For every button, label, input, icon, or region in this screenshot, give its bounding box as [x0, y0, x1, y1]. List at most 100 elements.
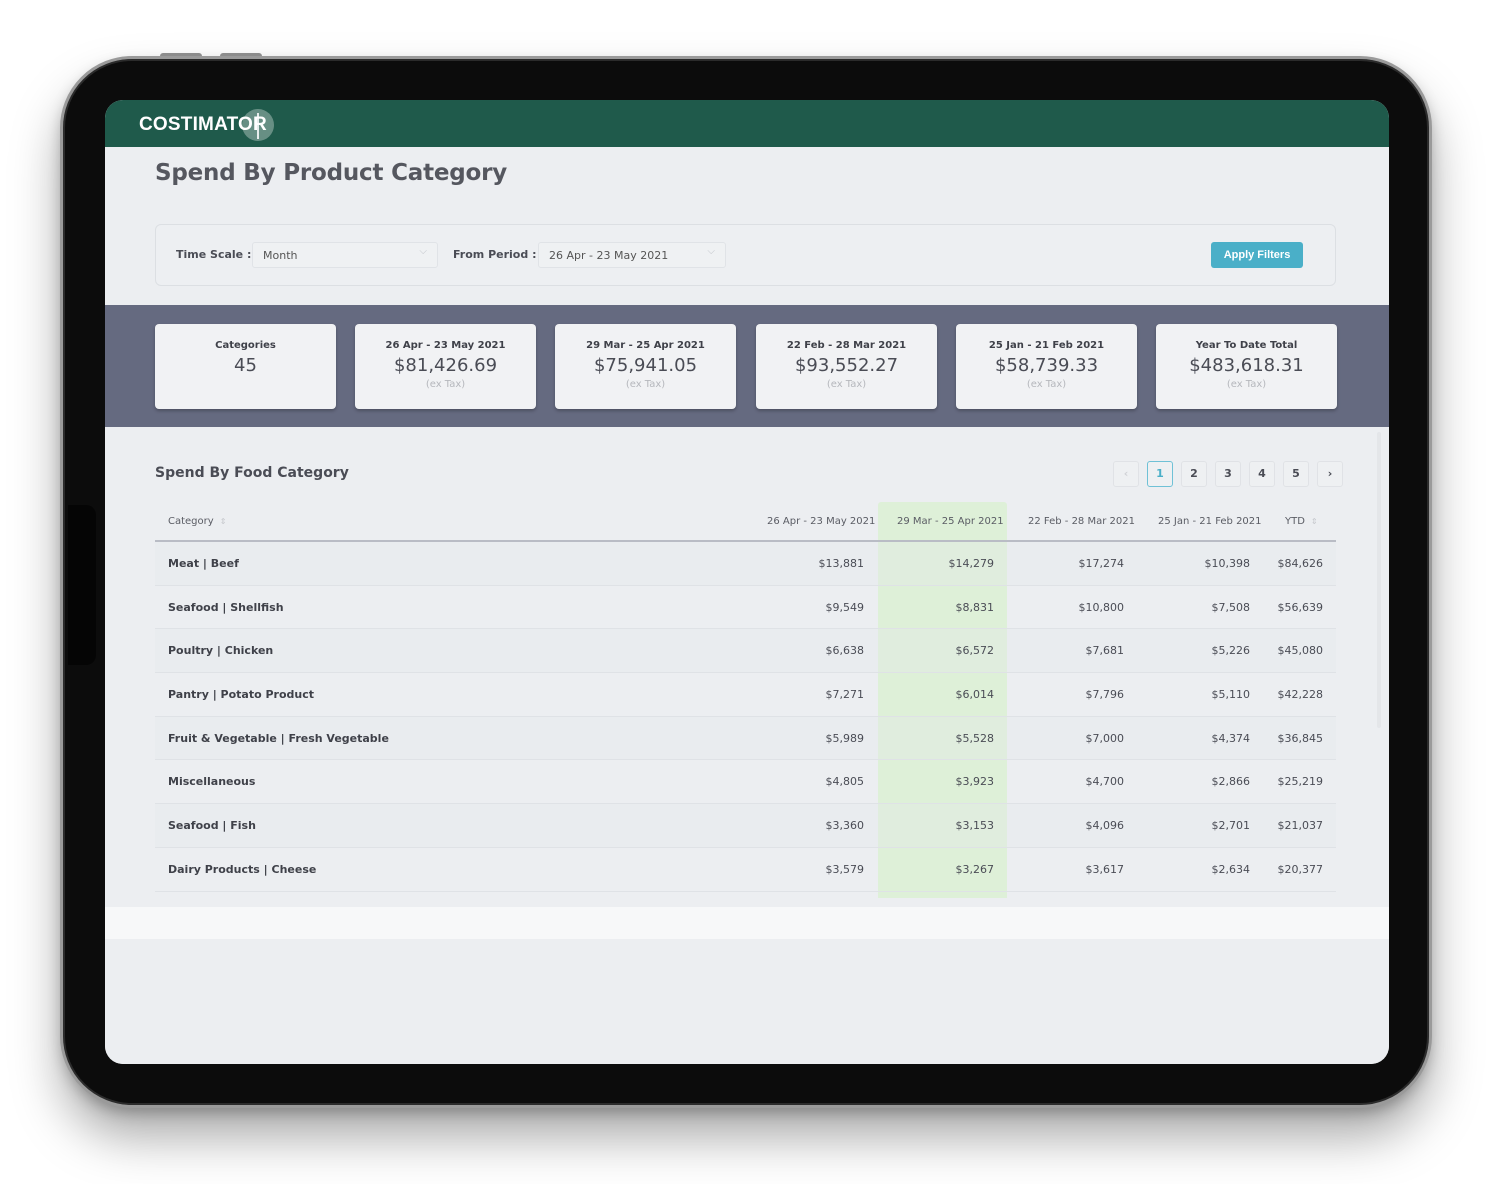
empty-content-area: [105, 939, 1389, 1064]
amount-cell: $3,153: [955, 819, 995, 833]
table-row[interactable]: Pantry | Potato Product $7,271 $6,014 $7,79…: [155, 673, 1336, 717]
column-header-ytd[interactable]: YTD ⇕: [1285, 516, 1318, 527]
summary-band: Categories 45 26 Apr - 23 May 2021 $81,4…: [105, 305, 1389, 427]
time-scale-select[interactable]: Month ⌵: [252, 242, 438, 268]
chevron-down-icon: ⌵: [419, 246, 427, 257]
card-value: $58,739.33: [994, 355, 1099, 376]
category-cell: Meat | Beef: [168, 557, 239, 570]
ytd-cell: $20,377: [1277, 862, 1324, 876]
scrollbar[interactable]: [1377, 432, 1381, 728]
amount-cell: $13,881: [818, 557, 865, 570]
column-header-period-2[interactable]: 29 Mar - 25 Apr 2021: [897, 516, 1004, 527]
category-cell: Fruit & Vegetable | Fresh Vegetable: [168, 731, 389, 745]
card-subtext: (ex Tax): [425, 379, 466, 390]
table-row[interactable]: Seafood | Shellfish $9,549 $8,831 $10,800 $7…: [155, 586, 1336, 630]
page-button-4[interactable]: 4: [1249, 461, 1275, 487]
card-value: $93,552.27: [794, 355, 899, 376]
amount-cell: $7,000: [1085, 731, 1125, 745]
filter-bar: Time Scale : Month ⌵ From Period : 26 Ap…: [155, 224, 1336, 286]
table-row[interactable]: Fruit & Vegetable | Fresh Vegetable $5,98…: [155, 716, 1336, 761]
time-scale-label: Time Scale :: [176, 248, 252, 261]
category-cell: Seafood | Fish: [168, 819, 256, 833]
amount-cell: $3,579: [825, 862, 865, 876]
column-header-label: Category: [168, 516, 214, 527]
tablet-side-notch: [68, 505, 96, 665]
sort-icon[interactable]: ⇕: [1311, 517, 1318, 525]
card-label: 22 Feb - 28 Mar 2021: [786, 340, 907, 351]
column-header-category[interactable]: Category ⇕: [168, 516, 226, 527]
table-row[interactable]: Meat | Beef $13,881 $14,279 $17,274 $10,398 $…: [155, 542, 1336, 586]
amount-cell: $6,572: [955, 644, 995, 658]
card-label: 29 Mar - 25 Apr 2021: [586, 340, 705, 351]
table-row[interactable]: Poultry | Chicken $6,638 $6,572 $7,681 $5,22…: [155, 629, 1336, 674]
card-label: 26 Apr - 23 May 2021: [385, 340, 506, 351]
amount-cell: $7,271: [825, 688, 865, 702]
page-button-1[interactable]: 1: [1147, 461, 1173, 487]
summary-card-period: 22 Feb - 28 Mar 2021 $93,552.27 (ex Tax): [756, 324, 937, 409]
chevron-down-icon: ⌵: [707, 246, 715, 257]
column-header-period-1[interactable]: 26 Apr - 23 May 2021: [767, 516, 875, 527]
column-header-label: YTD: [1285, 516, 1305, 527]
amount-cell: $17,274: [1078, 557, 1125, 570]
amount-cell: $14,279: [948, 557, 995, 570]
amount-cell: $3,617: [1085, 862, 1125, 876]
next-page-button[interactable]: ›: [1317, 461, 1343, 487]
category-cell: Miscellaneous: [168, 775, 256, 789]
column-header-period-3[interactable]: 22 Feb - 28 Mar 2021: [1028, 516, 1135, 527]
summary-card-categories: Categories 45: [155, 324, 336, 409]
card-subtext: (ex Tax): [1226, 379, 1267, 390]
ytd-cell: $56,639: [1277, 600, 1324, 614]
summary-card-ytd: Year To Date Total $483,618.31 (ex Tax): [1156, 324, 1337, 409]
amount-cell: $7,796: [1085, 688, 1125, 702]
amount-cell: $3,360: [825, 819, 865, 833]
card-subtext: (ex Tax): [625, 379, 666, 390]
page-button-5[interactable]: 5: [1283, 461, 1309, 487]
card-subtext: (ex Tax): [1026, 379, 1067, 390]
prev-page-button[interactable]: ‹: [1113, 461, 1139, 487]
summary-card-period: 29 Mar - 25 Apr 2021 $75,941.05 (ex Tax): [555, 324, 736, 409]
category-cell: Dairy Products | Cheese: [168, 862, 317, 876]
amount-cell: $8,831: [955, 600, 995, 614]
amount-cell: $5,528: [955, 731, 995, 745]
from-period-label: From Period :: [453, 248, 537, 261]
table-row[interactable]: Dairy Products | Cheese $3,579 $3,267 $3,61…: [155, 848, 1336, 892]
table-row[interactable]: Seafood | Fish $3,360 $3,153 $4,096 $2,701 $2…: [155, 804, 1336, 848]
ytd-cell: $36,845: [1277, 731, 1324, 745]
apply-filters-button[interactable]: Apply Filters: [1211, 242, 1303, 268]
page-button-2[interactable]: 2: [1181, 461, 1207, 487]
time-scale-value: Month: [263, 249, 298, 262]
summary-card-period: 26 Apr - 23 May 2021 $81,426.69 (ex Tax): [355, 324, 536, 409]
card-label: 25 Jan - 21 Feb 2021: [988, 340, 1105, 351]
page-button-3[interactable]: 3: [1215, 461, 1241, 487]
card-subtext: (ex Tax): [826, 379, 867, 390]
card-value: $483,618.31: [1189, 355, 1304, 376]
page-title: Spend By Product Category: [155, 160, 508, 186]
category-cell: Seafood | Shellfish: [168, 600, 284, 614]
brand-logo-icon: [242, 109, 274, 141]
amount-cell: $5,989: [825, 731, 865, 745]
card-label: Year To Date Total: [1195, 340, 1298, 351]
card-value: 45: [234, 355, 257, 376]
from-period-select[interactable]: 26 Apr - 23 May 2021 ⌵: [538, 242, 726, 268]
card-label: Categories: [215, 340, 276, 351]
card-value: $75,941.05: [593, 355, 698, 376]
amount-cell: $6,014: [955, 688, 995, 702]
amount-cell: $7,681: [1085, 644, 1125, 658]
table-header: Category ⇕ 26 Apr - 23 May 2021 29 Mar - …: [155, 504, 1336, 542]
top-bar: COSTIMATOR: [105, 100, 1389, 147]
section-title: Spend By Food Category: [155, 465, 349, 481]
ytd-cell: $45,080: [1277, 644, 1324, 658]
amount-cell: $10,800: [1078, 600, 1125, 614]
card-value: $81,426.69: [393, 355, 498, 376]
amount-cell: $3,267: [955, 862, 995, 876]
ytd-cell: $25,219: [1277, 775, 1324, 789]
sort-icon[interactable]: ⇕: [220, 517, 227, 525]
category-cell: Pantry | Potato Product: [168, 688, 315, 702]
app-screen: COSTIMATOR Spend By Product Category Tim…: [105, 100, 1389, 1064]
table-row[interactable]: Miscellaneous $4,805 $3,923 $4,700 $2,866 $25…: [155, 760, 1336, 805]
amount-cell: $4,805: [825, 775, 865, 789]
column-header-period-4[interactable]: 25 Jan - 21 Feb 2021: [1158, 516, 1262, 527]
ytd-cell: $42,228: [1277, 688, 1324, 702]
amount-cell: $3,923: [955, 775, 995, 789]
table-body: Meat | Beef $13,881 $14,279 $17,274 $10,398 $…: [155, 542, 1336, 892]
